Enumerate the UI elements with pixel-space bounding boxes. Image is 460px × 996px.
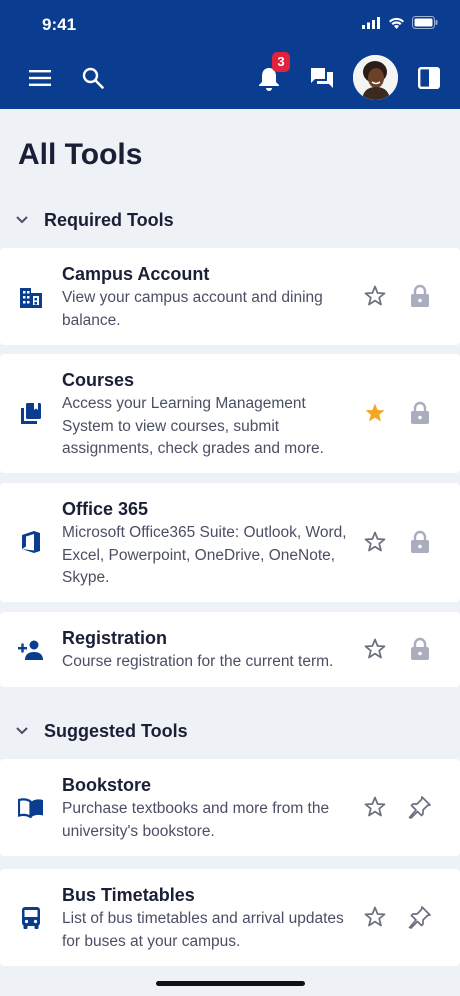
star-outline-icon[interactable]: [363, 530, 387, 554]
building-icon: [18, 285, 44, 311]
tool-card-bus-timetables[interactable]: Bus Timetables List of bus timetables an…: [0, 869, 460, 966]
chevron-down-icon: [0, 727, 44, 735]
page-title: All Tools: [18, 138, 143, 171]
wifi-icon: [389, 17, 404, 29]
tool-title: Office 365: [62, 499, 149, 519]
pin-icon[interactable]: [408, 905, 432, 929]
hamburger-menu-icon: [29, 70, 51, 86]
tool-description: Access your Learning Management System t…: [62, 395, 324, 457]
tool-card-office-365[interactable]: Office 365 Microsoft Office365 Suite: Ou…: [0, 483, 460, 602]
side-panel-button[interactable]: [417, 66, 441, 90]
section-label: Required Tools: [44, 209, 174, 230]
tool-description: List of bus timetables and arrival updat…: [62, 910, 344, 950]
tool-description: View your campus account and dining bala…: [62, 289, 323, 329]
side-panel-icon: [418, 67, 440, 89]
star-outline-icon[interactable]: [363, 905, 387, 929]
status-time: 9:41: [42, 15, 77, 34]
tool-title: Bookstore: [62, 775, 152, 795]
tool-card-campus-account[interactable]: Campus Account View your campus account …: [0, 248, 460, 345]
person-add-icon: [18, 637, 44, 663]
status-icons: [362, 16, 438, 29]
tool-description: Microsoft Office365 Suite: Outlook, Word…: [62, 524, 347, 586]
tool-description: Purchase textbooks and more from the uni…: [62, 800, 330, 840]
star-outline-icon[interactable]: [363, 795, 387, 819]
notification-count-badge: 3: [272, 52, 290, 72]
lock-icon: [411, 284, 429, 307]
menu-button[interactable]: [28, 66, 52, 90]
lock-icon: [411, 637, 429, 660]
user-avatar[interactable]: [353, 55, 398, 100]
cellular-signal-icon: [362, 16, 380, 29]
star-outline-icon[interactable]: [363, 284, 387, 308]
chat-icon: [311, 68, 333, 88]
book-stack-icon: [18, 400, 44, 426]
tool-title: Bus Timetables: [62, 885, 195, 905]
section-label: Suggested Tools: [44, 720, 188, 741]
section-header-suggested[interactable]: Suggested Tools: [0, 714, 460, 748]
search-icon: [82, 67, 104, 89]
chevron-down-icon: [0, 216, 44, 224]
star-filled-icon[interactable]: [363, 401, 387, 425]
section-header-required[interactable]: Required Tools: [0, 203, 460, 237]
notifications-button[interactable]: 3: [256, 52, 290, 92]
user-photo: [353, 55, 398, 100]
office-icon: [18, 529, 44, 555]
lock-icon: [411, 401, 429, 424]
pin-icon[interactable]: [408, 795, 432, 819]
battery-icon: [412, 16, 438, 29]
star-outline-icon[interactable]: [363, 637, 387, 661]
tool-title: Campus Account: [62, 264, 210, 284]
top-app-bar: 9:41 3: [0, 0, 460, 109]
tool-description: Course registration for the current term…: [62, 653, 334, 670]
home-indicator[interactable]: [156, 981, 305, 986]
tool-title: Registration: [62, 628, 168, 648]
search-button[interactable]: [81, 66, 105, 90]
tool-card-courses[interactable]: Courses Access your Learning Management …: [0, 354, 460, 473]
open-book-icon: [18, 795, 44, 821]
lock-icon: [411, 530, 429, 553]
tool-title: Courses: [62, 370, 135, 390]
tool-card-registration[interactable]: Registration Course registration for the…: [0, 612, 460, 687]
messages-button[interactable]: [309, 65, 335, 91]
bus-icon: [18, 905, 44, 931]
tool-card-bookstore[interactable]: Bookstore Purchase textbooks and more fr…: [0, 759, 460, 856]
